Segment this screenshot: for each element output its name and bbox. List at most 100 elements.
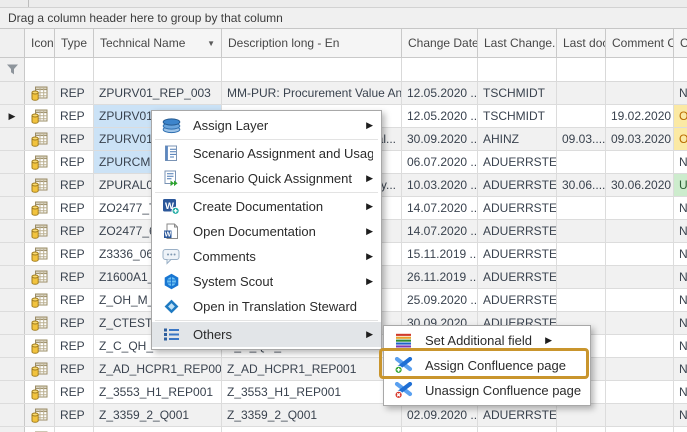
word-create-icon: W [162, 198, 180, 215]
row-type-icon-cell [25, 381, 55, 403]
cell-comment [606, 289, 674, 311]
cell-comment [606, 151, 674, 173]
cell-change_date: 15.11.2019 ... [402, 243, 478, 265]
scenario-quick-icon-wrapper [160, 170, 182, 187]
filter-cell-comment[interactable] [606, 58, 674, 81]
table-row[interactable]: REPZPURV01_REP_003MM-PUR: Procurement Va… [0, 82, 687, 105]
cell-tech: Z_AD_HCPR1_REP001 [94, 358, 222, 380]
row-indicator [0, 197, 25, 219]
submenu-arrow-icon: ▶ [358, 276, 373, 287]
report-icon [31, 155, 48, 170]
cell-type: REP [55, 243, 94, 265]
row-type-icon-cell [25, 197, 55, 219]
cell-type: REP [55, 105, 94, 127]
table-row[interactable]: REPZ_3359_2_Q001Z_3359_2_Q00102.09.2020 … [0, 404, 687, 427]
row-type-icon-cell [25, 358, 55, 380]
column-header-label: Last Change... [484, 36, 557, 50]
row-type-icon-cell [25, 82, 55, 104]
column-header-type[interactable]: Type [55, 29, 94, 57]
filter-cell-desc[interactable] [222, 58, 402, 81]
column-header-desc[interactable]: Description long - En [222, 29, 402, 57]
menu-item-system-scout[interactable]: System Scout ▶ [152, 269, 381, 294]
menu-item-unassign-confluence-page[interactable]: Unassign Confluence page [384, 378, 590, 403]
column-header-last_change[interactable]: Last Change... [478, 29, 557, 57]
column-header-last_doc[interactable]: Last doc. [557, 29, 606, 57]
filter-row-button[interactable] [0, 58, 25, 81]
cell-type: REP [55, 128, 94, 150]
menu-item-open-in-translation-steward[interactable]: Open in Translation Steward [152, 294, 381, 319]
grid-header-row: IconTypeTechnical Name▼ Description long … [0, 29, 687, 58]
cell-comment: 09.03.2020 ... [606, 128, 674, 150]
column-header-label: Description long - En [228, 36, 339, 50]
translation-steward-icon-wrapper [160, 298, 182, 315]
menu-item-set-additional-field[interactable]: Set Additional field▶ [384, 328, 590, 353]
cell-comment [606, 381, 674, 403]
menu-item-create-documentation[interactable]: WCreate Documentation▶ [152, 194, 381, 219]
cell-type: REP [55, 220, 94, 242]
menu-item-scenario-quick-assignment[interactable]: Scenario Quick Assignment▶ [152, 166, 381, 191]
scenario-quick-icon [163, 170, 180, 187]
filter-cell-last_doc[interactable] [557, 58, 606, 81]
menu-item-open-documentation[interactable]: WOpen Documentation▶ [152, 219, 381, 244]
cell-change_date: 25.09.2020 ... [402, 289, 478, 311]
report-icon [31, 86, 48, 101]
menu-separator [155, 192, 378, 193]
filter-cell-type[interactable] [55, 58, 94, 81]
report-icon [31, 247, 48, 262]
cell-desc: MM-PUR: Procurement Value Anal... [222, 82, 402, 104]
cell-last_doc [557, 404, 606, 426]
filter-cell-last_change[interactable] [478, 58, 557, 81]
cell-last_doc [557, 427, 606, 432]
table-row[interactable] [0, 427, 687, 432]
filter-cell-c[interactable] [674, 58, 687, 81]
column-header-comment[interactable]: Comment Co... [606, 29, 674, 57]
word-open-icon-wrapper: W [160, 223, 182, 240]
group-by-panel[interactable]: Drag a column header here to group by th… [0, 8, 687, 29]
row-type-icon-cell [25, 312, 55, 334]
row-indicator [0, 243, 25, 265]
cell-comment [606, 404, 674, 426]
column-header-c[interactable]: C... [674, 29, 687, 57]
cell-c: N [674, 404, 687, 426]
others-submenu: Set Additional field▶Assign Confluence p… [383, 325, 591, 406]
cell-change_date: 10.03.2020 ... [402, 174, 478, 196]
cell-last_change: TSCHMIDT [478, 105, 557, 127]
cell-last_change: ADUERRSTE... [478, 289, 557, 311]
comments-icon [162, 248, 181, 265]
column-header-change_date[interactable]: Change Date [402, 29, 478, 57]
cell-tech: ZPURV01_REP_003 [94, 82, 222, 104]
submenu-arrow-icon: ▶ [358, 120, 373, 131]
cell-last_doc [557, 220, 606, 242]
submenu-arrow-icon: ▶ [358, 251, 373, 262]
column-header-icon[interactable]: Icon [25, 29, 55, 57]
cell-c: N [674, 289, 687, 311]
confluence-unassign-icon-wrapper [392, 382, 414, 399]
menu-item-others[interactable]: Others▶ [152, 322, 381, 347]
cell-comment [606, 266, 674, 288]
scenario-doc-icon [163, 145, 179, 162]
cell-last_doc [557, 105, 606, 127]
row-type-icon-cell [25, 404, 55, 426]
cell-comment [606, 82, 674, 104]
translation-steward-icon [163, 298, 180, 315]
cell-desc: Z_AD_HCPR1_REP001 [222, 358, 402, 380]
filter-cell-change_date[interactable] [402, 58, 478, 81]
menu-item-label: System Scout [193, 274, 273, 289]
filter-cell-icon[interactable] [25, 58, 55, 81]
row-type-icon-cell [25, 128, 55, 150]
menu-item-comments[interactable]: Comments▶ [152, 244, 381, 269]
menu-item-assign-confluence-page[interactable]: Assign Confluence page [384, 353, 590, 378]
menu-item-label: Open in Translation Steward [193, 299, 357, 314]
cell-c: N [674, 151, 687, 173]
menu-item-assign-layer[interactable]: Assign Layer▶ [152, 113, 381, 138]
filter-cell-tech[interactable] [94, 58, 222, 81]
row-type-icon-cell [25, 266, 55, 288]
cell-last_change: ADUERRSTE... [478, 174, 557, 196]
report-icon [31, 293, 48, 308]
menu-item-scenario-assignment-and-usage[interactable]: Scenario Assignment and Usage [152, 141, 381, 166]
cell-last_change: AHINZ [478, 128, 557, 150]
column-header-tech[interactable]: Technical Name▼ [94, 29, 222, 57]
cell-desc: Z_3553_H1_REP001 [222, 381, 402, 403]
report-icon [31, 316, 48, 331]
menu-item-label: Scenario Quick Assignment [193, 171, 352, 186]
